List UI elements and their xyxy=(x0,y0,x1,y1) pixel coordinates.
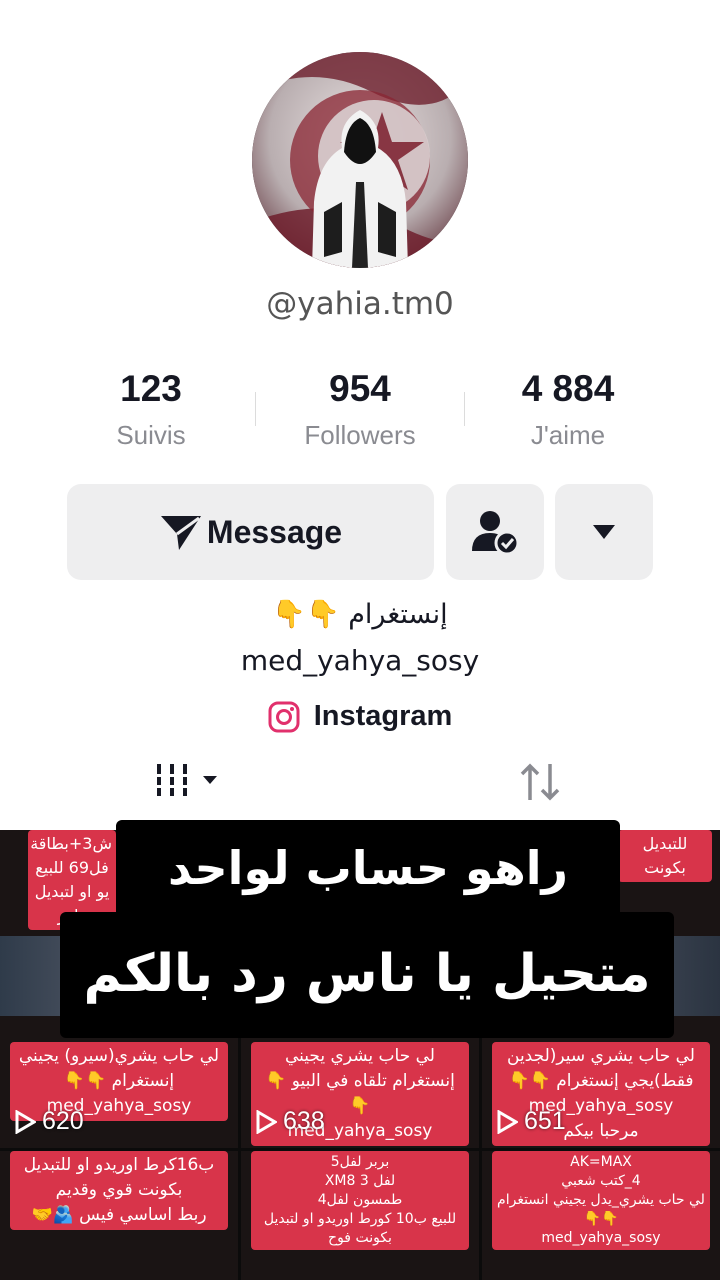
tab-reposts[interactable] xyxy=(516,760,564,804)
video-caption: بربر لفل5 لفل XM8 3 طمسون لفل4 للبيع ب10… xyxy=(251,1151,469,1250)
play-icon xyxy=(497,1109,518,1134)
tab-videos[interactable] xyxy=(155,760,225,800)
avatar-image xyxy=(252,52,468,268)
instagram-link[interactable]: Instagram xyxy=(0,700,720,733)
stat-following[interactable]: 123 Suivis xyxy=(51,368,251,451)
profile-username: @yahia.tm0 xyxy=(266,286,454,322)
video-views: 651 xyxy=(496,1107,566,1136)
likes-label: J'aime xyxy=(530,420,606,450)
followers-count: 954 xyxy=(329,368,391,409)
following-count: 123 xyxy=(120,368,182,409)
stat-divider xyxy=(464,392,465,426)
video-views: 638 xyxy=(255,1107,325,1136)
following-status-button[interactable] xyxy=(446,484,544,580)
video-views: 620 xyxy=(14,1107,84,1136)
send-icon xyxy=(160,516,201,550)
instagram-link-label: Instagram xyxy=(313,700,453,732)
stat-followers[interactable]: 954 Followers xyxy=(260,368,460,451)
video-views-count: 620 xyxy=(42,1107,84,1135)
message-button-label: Message xyxy=(206,513,343,550)
overlay-warning-line-1: راهو حساب لواحد xyxy=(116,820,620,918)
bio-line-2: med_yahya_sosy xyxy=(240,644,480,677)
play-icon xyxy=(15,1109,36,1134)
overlay-warning-line-2: متحيل يا ناس رد بالكم xyxy=(60,912,674,1038)
user-check-icon xyxy=(472,511,520,556)
video-caption-top: للتبديل بكونت xyxy=(618,830,712,882)
followers-label: Followers xyxy=(304,420,416,450)
likes-count: 4 884 xyxy=(521,368,615,409)
more-options-button[interactable] xyxy=(555,484,653,580)
grid-icon xyxy=(155,764,217,796)
stat-likes[interactable]: 4 884 J'aime xyxy=(468,368,668,451)
profile-avatar[interactable] xyxy=(252,52,468,268)
video-views-count: 651 xyxy=(524,1107,566,1135)
bio-line-1: إنستغرام 👇👇 xyxy=(272,599,448,630)
play-icon xyxy=(256,1109,277,1134)
video-caption: AK=MAX 4_كتب شعبي لي حاب يشري_يدل يجيني … xyxy=(492,1151,710,1250)
following-label: Suivis xyxy=(116,420,186,450)
message-button[interactable]: Message xyxy=(67,484,434,580)
stat-divider xyxy=(255,392,256,426)
instagram-icon xyxy=(268,701,300,732)
video-views-count: 638 xyxy=(283,1107,325,1135)
repost-icon xyxy=(520,763,560,801)
chevron-down-icon xyxy=(593,525,615,539)
video-thumbnail[interactable]: بربر لفل5 لفل XM8 3 طمسون لفل4 للبيع ب10… xyxy=(241,1151,479,1280)
video-caption: ب16كرط اوريدو او للتبديل بكونت قوي وقديم… xyxy=(10,1151,228,1230)
video-thumbnail[interactable]: AK=MAX 4_كتب شعبي لي حاب يشري_يدل يجيني … xyxy=(482,1151,720,1280)
video-thumbnail[interactable]: ب16كرط اوريدو او للتبديل بكونت قوي وقديم… xyxy=(0,1151,238,1280)
